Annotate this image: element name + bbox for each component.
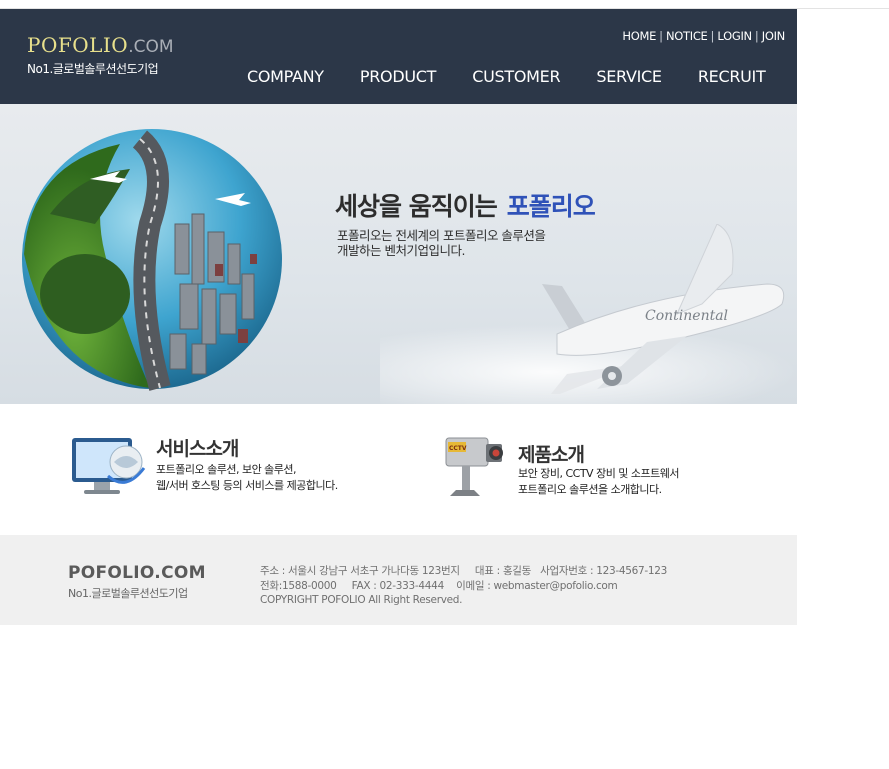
- logo-main-text: POFOLIO: [27, 33, 129, 57]
- separator: |: [659, 29, 663, 43]
- services-section: 서비스소개 포트폴리오 솔루션, 보안 솔루션, 웹/서버 호스팅 등의 서비스…: [0, 404, 797, 535]
- site-footer: POFOLIO.COM No1.글로벌솔루션선도기업 주소 : 서울시 강남구 …: [0, 535, 797, 625]
- separator: |: [754, 29, 759, 43]
- nav-recruit[interactable]: RECRUIT: [698, 67, 766, 86]
- footer-copyright: COPYRIGHT POFOLIO All Right Reserved.: [260, 594, 463, 606]
- airplane-livery-text: Continental: [645, 308, 728, 324]
- footer-logo: POFOLIO.COM: [68, 563, 206, 583]
- description-line: 포트폴리오 솔루션을 소개합니다.: [518, 483, 662, 496]
- description-line: 웹/서버 호스팅 등의 서비스를 제공합니다.: [156, 479, 338, 492]
- logo-tagline: No1.글로벌솔루션선도기업: [27, 62, 159, 76]
- cctv-camera-icon: CCTV: [445, 437, 503, 496]
- subcopy-line: 포폴리오는 전세계의 포트폴리오 솔루션을: [337, 228, 546, 243]
- nav-company[interactable]: COMPANY: [247, 67, 324, 86]
- footer-company-info: 주소 : 서울시 강남구 서초구 가나다동 123번지 대표 : 홍길동 사업자…: [260, 564, 667, 608]
- description-line: 보안 장비, CCTV 장비 및 소프트웨서: [518, 467, 680, 480]
- notice-link[interactable]: NOTICE: [666, 29, 708, 43]
- airplane-illustration: Continental: [542, 224, 785, 394]
- logo-domain-text: .COM: [128, 37, 174, 57]
- main-nav: COMPANY PRODUCT CUSTOMER SERVICE RECRUIT: [247, 67, 796, 86]
- banner-subcopy: 포폴리오는 전세계의 포트폴리오 솔루션을 개발하는 벤처기업입니다.: [337, 228, 546, 258]
- footer-address-line: 주소 : 서울시 강남구 서초구 가나다동 123번지 대표 : 홍길동 사업자…: [260, 565, 668, 577]
- headline-highlight: 포폴리오: [506, 192, 596, 221]
- product-description: 보안 장비, CCTV 장비 및 소프트웨서 포트폴리오 솔루션을 소개합니다.: [518, 466, 680, 498]
- utility-nav: HOME | NOTICE | LOGIN | JOIN: [622, 29, 785, 43]
- banner-headline: 세상을 움직이는 포폴리오: [335, 187, 596, 223]
- service-description: 포트폴리오 솔루션, 보안 솔루션, 웹/서버 호스팅 등의 서비스를 제공합니…: [156, 462, 338, 494]
- separator: |: [710, 29, 715, 43]
- service-title: 서비스소개: [156, 438, 239, 460]
- main-banner: 세상을 움직이는 포폴리오 포폴리오는 전세계의 포트폴리오 솔루션을 개발하는 …: [0, 104, 797, 404]
- monitor-globe-icon: [72, 438, 146, 494]
- join-link[interactable]: JOIN: [762, 29, 786, 43]
- footer-contact-line: 전화:1588-0000 FAX : 02-333-4444 이메일 : web…: [260, 579, 618, 592]
- subcopy-line: 개발하는 벤처기업입니다.: [337, 243, 465, 258]
- site-logo[interactable]: POFOLIO.COM: [27, 33, 174, 57]
- login-link[interactable]: LOGIN: [717, 29, 752, 43]
- product-title: 제품소개: [518, 444, 585, 466]
- cctv-label: CCTV: [449, 445, 467, 452]
- footer-tagline: No1.글로벌솔루션선도기업: [68, 587, 188, 600]
- home-link[interactable]: HOME: [622, 29, 656, 43]
- nav-service[interactable]: SERVICE: [596, 67, 662, 86]
- earth-city-globe-illustration: [22, 129, 282, 391]
- headline-text: 세상을 움직이는: [335, 192, 498, 221]
- nav-product[interactable]: PRODUCT: [360, 67, 437, 86]
- description-line: 포트폴리오 솔루션, 보안 솔루션,: [156, 463, 297, 476]
- nav-customer[interactable]: CUSTOMER: [472, 67, 560, 86]
- site-header: POFOLIO.COM No1.글로벌솔루션선도기업 HOME | NOTICE | L…: [0, 9, 797, 104]
